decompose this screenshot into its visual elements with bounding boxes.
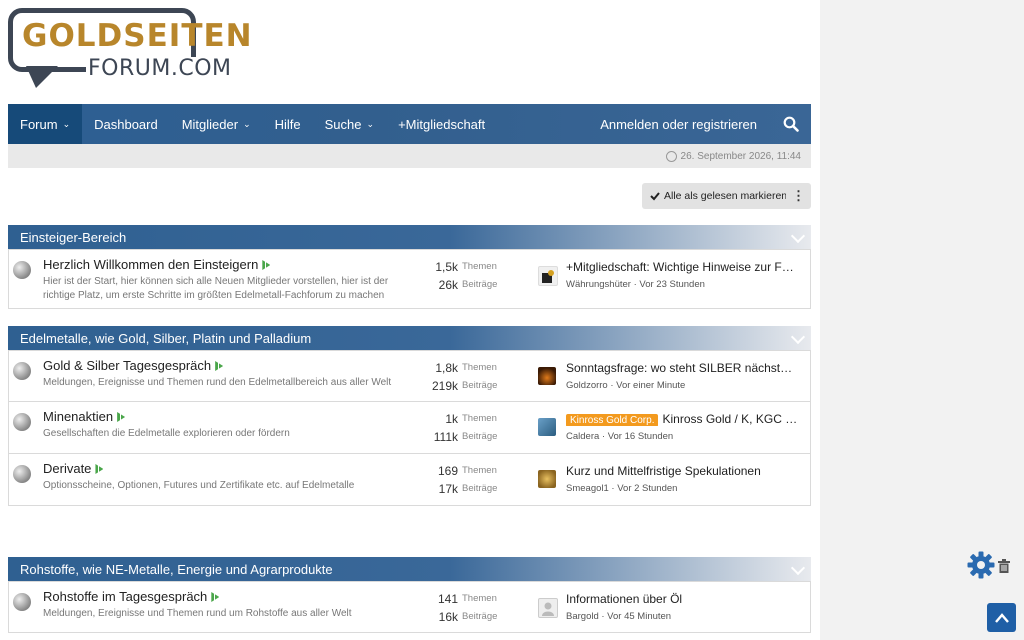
- themen-count: 141: [437, 592, 458, 606]
- forum-row: Minenaktien Gesellschaften die Edelmetal…: [8, 402, 811, 454]
- forum-icon: [13, 465, 31, 483]
- beitraege-count: 219k: [431, 379, 458, 393]
- beitraege-count: 16k: [438, 610, 458, 624]
- themen-label: Themen: [462, 413, 497, 424]
- clock-icon: [665, 150, 677, 162]
- main-navigation: Forum ⌄ Dashboard Mitglieder ⌄ Hilfe Suche…: [8, 104, 811, 144]
- themen-label: Themen: [462, 465, 497, 476]
- thread-prefix-badge[interactable]: Kinross Gold Corp.: [566, 414, 659, 426]
- latest-thread-title[interactable]: Sonntagsfrage: wo steht SILBER nächst…: [566, 361, 802, 375]
- forum-row: Herzlich Willkommen den Einsteigern Hier…: [8, 249, 811, 309]
- time-bar: 26. September 2026, 11:44: [8, 144, 811, 168]
- beitraege-label: Beiträge: [462, 483, 498, 494]
- section-edelmetalle[interactable]: Edelmetalle, wie Gold, Silber, Platin un…: [8, 326, 811, 350]
- themen-count: 169: [437, 464, 458, 478]
- chevron-down-icon: ⌄: [243, 118, 251, 129]
- site-logo[interactable]: GOLDSEITEN FORUM.COM: [8, 8, 252, 88]
- latest-thread-meta[interactable]: Bargold · Vor 45 Minuten: [566, 611, 671, 622]
- forum-icon: [13, 261, 31, 279]
- arrow-up-icon: [994, 612, 1009, 623]
- latest-thread-title[interactable]: Kinross Gold / K, KGC …: [662, 412, 797, 426]
- scroll-to-top-button[interactable]: [987, 603, 1016, 632]
- themen-count: 1,5k: [435, 260, 458, 274]
- beitraege-label: Beiträge: [462, 279, 498, 290]
- forum-title[interactable]: Rohstoffe im Tagesgespräch: [43, 589, 207, 604]
- forum-title[interactable]: Herzlich Willkommen den Einsteigern: [43, 257, 258, 272]
- avatar[interactable]: [538, 470, 556, 488]
- latest-thread-meta[interactable]: Goldzorro · Vor einer Minute: [566, 380, 685, 391]
- nav-mitgliedschaft[interactable]: +Mitgliedschaft: [386, 104, 497, 144]
- beitraege-label: Beiträge: [462, 611, 498, 622]
- new-posts-icon: [262, 260, 271, 270]
- section-rohstoffe[interactable]: Rohstoffe, wie NE-Metalle, Energie und A…: [8, 557, 811, 581]
- forum-row: Gold & Silber Tagesgespräch Meldungen, E…: [8, 350, 811, 402]
- forum-description: Meldungen, Ereignisse und Themen rund de…: [43, 377, 392, 388]
- forum-icon: [13, 413, 31, 431]
- avatar[interactable]: [538, 598, 558, 618]
- forum-title[interactable]: Minenaktien: [43, 409, 113, 424]
- chevron-down-icon[interactable]: [790, 329, 806, 345]
- nav-mitglieder[interactable]: Mitglieder ⌄: [170, 104, 263, 144]
- right-gutter: [820, 0, 1024, 640]
- mark-all-read-button[interactable]: Alle als gelesen markieren: [642, 183, 796, 209]
- section-einsteiger[interactable]: Einsteiger-Bereich: [8, 225, 811, 249]
- themen-label: Themen: [462, 362, 497, 373]
- login-register-link[interactable]: Anmelden oder registrieren: [586, 104, 771, 144]
- new-posts-icon: [95, 464, 104, 474]
- themen-count: 1,8k: [435, 361, 458, 375]
- logo-gold-text: GOLDSEITEN: [22, 18, 253, 54]
- avatar[interactable]: [538, 266, 558, 286]
- themen-count: 1k: [445, 412, 458, 426]
- search-icon: [783, 116, 799, 132]
- latest-thread-meta[interactable]: Währungshüter · Vor 23 Stunden: [566, 279, 705, 290]
- beitraege-count: 111k: [433, 430, 458, 444]
- more-options-button[interactable]: ⋮: [786, 183, 811, 209]
- forum-description: Gesellschaften die Edelmetalle explorier…: [43, 428, 290, 439]
- trash-icon[interactable]: [998, 559, 1010, 573]
- latest-thread-meta[interactable]: Smeagol1 · Vor 2 Stunden: [566, 483, 677, 494]
- check-icon: [650, 192, 660, 201]
- forum-icon: [13, 593, 31, 611]
- forum-title[interactable]: Derivate: [43, 461, 91, 476]
- nav-suche[interactable]: Suche ⌄: [313, 104, 386, 144]
- chevron-down-icon[interactable]: [790, 228, 806, 244]
- forum-row: Rohstoffe im Tagesgespräch Meldungen, Er…: [8, 581, 811, 633]
- avatar[interactable]: [538, 418, 556, 436]
- nav-hilfe[interactable]: Hilfe: [263, 104, 313, 144]
- nav-dashboard[interactable]: Dashboard: [82, 104, 170, 144]
- forum-description: Hier ist der Start, hier können sich all…: [43, 276, 389, 301]
- avatar-image-icon: [542, 270, 554, 283]
- latest-thread-meta[interactable]: Caldera · Vor 16 Stunden: [566, 431, 673, 442]
- new-posts-icon: [211, 592, 220, 602]
- new-posts-icon: [215, 361, 224, 371]
- beitraege-label: Beiträge: [462, 380, 498, 391]
- chevron-down-icon: ⌄: [366, 118, 375, 129]
- forum-title[interactable]: Gold & Silber Tagesgespräch: [43, 358, 211, 373]
- new-posts-icon: [117, 412, 126, 422]
- more-icon: ⋮: [792, 188, 805, 203]
- beitraege-count: 26k: [438, 278, 458, 292]
- default-avatar-icon: [542, 602, 554, 616]
- latest-thread-title[interactable]: Informationen über Öl: [566, 592, 802, 606]
- forum-icon: [13, 362, 31, 380]
- nav-forum[interactable]: Forum ⌄: [8, 104, 83, 144]
- themen-label: Themen: [462, 261, 497, 272]
- forum-description: Optionsscheine, Optionen, Futures und Ze…: [43, 480, 355, 491]
- themen-label: Themen: [462, 593, 497, 604]
- latest-thread-title[interactable]: Kurz und Mittelfristige Spekulationen: [566, 464, 802, 478]
- forum-description: Meldungen, Ereignisse und Themen rund um…: [43, 608, 352, 619]
- logo-sub-text: FORUM.COM: [86, 56, 234, 81]
- page: GOLDSEITEN FORUM.COM Forum ⌄ Dashboard Mi…: [0, 0, 820, 640]
- beitraege-count: 17k: [438, 482, 458, 496]
- latest-thread-title[interactable]: +Mitgliedschaft: Wichtige Hinweise zur F…: [566, 260, 802, 274]
- beitraege-label: Beiträge: [462, 431, 498, 442]
- gear-icon[interactable]: [966, 550, 996, 580]
- forum-row: Derivate Optionsscheine, Optionen, Futur…: [8, 454, 811, 506]
- chevron-down-icon: ⌄: [62, 118, 71, 129]
- chevron-down-icon[interactable]: [790, 560, 806, 576]
- search-button[interactable]: [771, 104, 811, 144]
- avatar[interactable]: [538, 367, 556, 385]
- current-time: 26. September 2026, 11:44: [680, 150, 801, 162]
